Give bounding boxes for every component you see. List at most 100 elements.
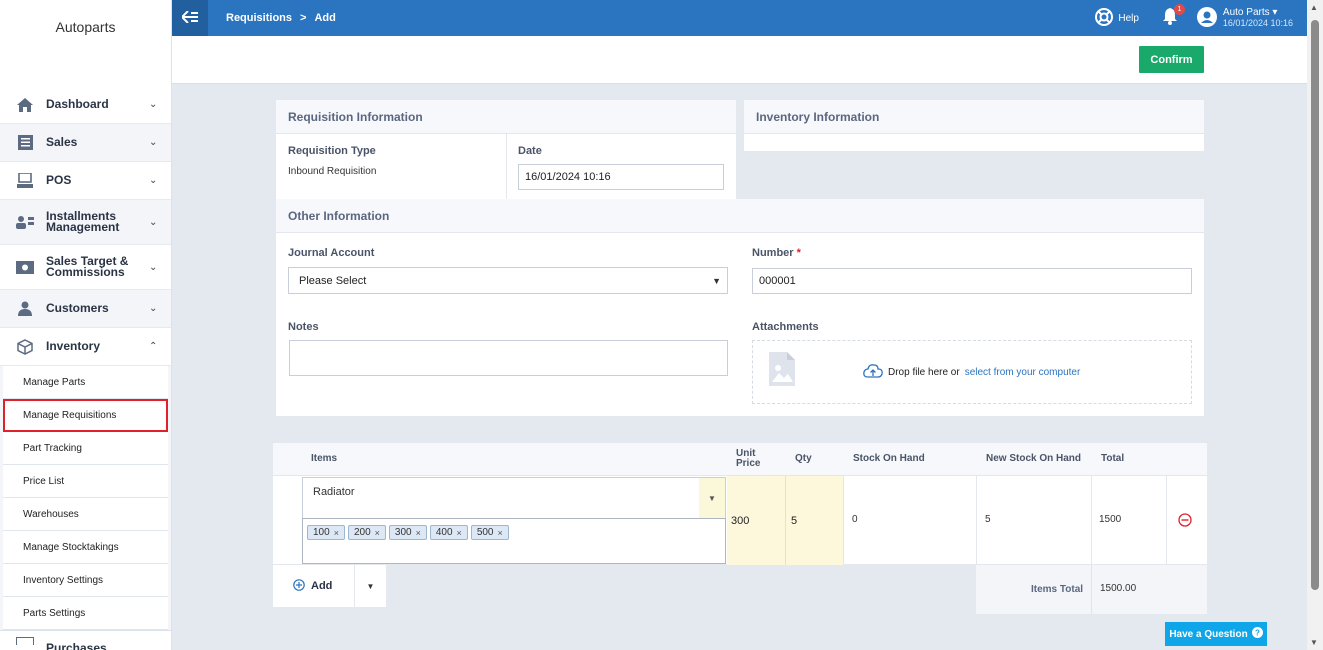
box-icon: [16, 338, 34, 355]
new-stock-value: 5: [985, 514, 991, 525]
money-icon: [16, 259, 34, 275]
sidebar-item-label: Dashboard: [46, 97, 109, 111]
chevron-up-icon: ⌃: [149, 341, 158, 352]
notes-textarea[interactable]: [289, 340, 728, 376]
breadcrumb-requisitions[interactable]: Requisitions: [226, 12, 292, 24]
user-menu[interactable]: Auto Parts ▾ 16/01/2024 10:16: [1196, 6, 1293, 30]
tag-label: 300: [394, 527, 412, 538]
cart-icon: [16, 636, 34, 645]
vertical-scrollbar[interactable]: ▲ ▼: [1307, 0, 1323, 650]
sidebar-item-sales-target[interactable]: Sales Target & Commissions ⌄: [0, 245, 171, 290]
tag-chip: 500 ×: [470, 525, 509, 540]
col-qty: Qty: [795, 453, 812, 464]
chevron-down-icon: ⌄: [149, 303, 158, 314]
sidebar-item-sales[interactable]: Sales ⌄: [0, 124, 171, 162]
stock-on-hand-value: 0: [852, 514, 858, 525]
unit-price-input[interactable]: 300: [727, 476, 785, 565]
col-total: Total: [1101, 453, 1125, 464]
item-select-arrow[interactable]: ▼: [699, 478, 725, 518]
sidebar-item-label: Sales Target & Commissions: [46, 254, 129, 279]
sidebar-item-purchases[interactable]: Purchases: [0, 630, 171, 650]
tag-remove-icon[interactable]: ×: [334, 528, 339, 538]
scroll-down-icon[interactable]: ▼: [1310, 638, 1318, 647]
pos-icon: [16, 173, 34, 189]
add-row-button[interactable]: Add: [273, 565, 355, 607]
breadcrumb: Requisitions > Add: [226, 12, 336, 24]
drop-text: Drop file here or: [888, 367, 960, 378]
have-a-question-button[interactable]: Have a Question ?: [1165, 622, 1267, 646]
question-circle-icon: ?: [1251, 627, 1263, 641]
sidebar-sub-inventory-settings[interactable]: Inventory Settings: [3, 564, 168, 597]
scroll-up-icon[interactable]: ▲: [1310, 3, 1318, 12]
sidebar-toggle-button[interactable]: [172, 0, 208, 36]
sidebar-sub-warehouses[interactable]: Warehouses: [3, 498, 168, 531]
sidebar-item-label: Sales: [46, 135, 78, 149]
chevron-down-icon: ⌄: [149, 216, 158, 228]
number-input[interactable]: 000001: [752, 268, 1192, 294]
confirm-button[interactable]: Confirm: [1139, 46, 1204, 73]
number-label: Number *: [752, 247, 801, 259]
add-dropdown-button[interactable]: ▼: [355, 565, 386, 607]
date-input[interactable]: 16/01/2024 10:16: [518, 164, 724, 190]
tag-remove-icon[interactable]: ×: [498, 528, 503, 538]
sidebar-item-label: Installments Management: [46, 209, 120, 234]
tag-remove-icon[interactable]: ×: [416, 528, 421, 538]
sidebar-sub-price-list[interactable]: Price List: [3, 465, 168, 498]
sidebar-item-installments[interactable]: Installments Management ⌄: [0, 200, 171, 245]
qty-value: 5: [791, 514, 798, 527]
sidebar-sub-manage-requisitions[interactable]: Manage Requisitions: [3, 399, 168, 432]
sidebar-item-dashboard[interactable]: Dashboard ⌄: [0, 86, 171, 124]
tag-chip: 400 ×: [429, 525, 468, 540]
journal-account-value: Please Select: [299, 274, 367, 287]
inventory-submenu: Manage Parts Manage Requisitions Part Tr…: [0, 366, 171, 630]
lifebuoy-icon: [1095, 7, 1114, 29]
user-name: Auto Parts: [1222, 7, 1270, 18]
sidebar-sub-manage-parts[interactable]: Manage Parts: [3, 366, 168, 399]
tags-input[interactable]: 100 × 200 × 300 × 400 × 500 ×: [302, 518, 726, 564]
sidebar-item-pos[interactable]: POS ⌄: [0, 162, 171, 200]
inventory-info-panel: Inventory Information: [744, 100, 1204, 151]
qty-input[interactable]: 5: [785, 476, 843, 565]
items-total-value: 1500.00: [1100, 583, 1137, 594]
tag-label: 400: [435, 527, 453, 538]
item-select[interactable]: Radiator ▼: [302, 477, 726, 519]
file-image-icon: [769, 352, 795, 389]
tag-remove-icon[interactable]: ×: [457, 528, 462, 538]
tag-chip: 300 ×: [388, 525, 427, 540]
attachments-label: Attachments: [752, 321, 819, 333]
scrollbar-thumb[interactable]: [1311, 20, 1319, 590]
unit-price-value: 300: [731, 514, 750, 527]
sidebar-sub-part-tracking[interactable]: Part Tracking: [3, 432, 168, 465]
breadcrumb-separator: >: [300, 12, 307, 24]
required-marker: *: [796, 247, 801, 259]
col-items: Items: [311, 453, 338, 464]
home-icon: [16, 97, 34, 113]
remove-row-icon[interactable]: [1178, 513, 1192, 530]
sidebar: Autoparts Dashboard ⌄ Sales ⌄ POS ⌄ Inst…: [0, 0, 172, 650]
panel-title: Other Information: [276, 199, 1204, 233]
chevron-down-icon: ⌄: [149, 261, 158, 273]
cloud-upload-icon: [863, 364, 883, 381]
requisition-type-label: Requisition Type: [288, 145, 376, 157]
sidebar-item-label: POS: [46, 173, 72, 187]
sidebar-sub-manage-stocktakings[interactable]: Manage Stocktakings: [3, 531, 168, 564]
sidebar-item-customers[interactable]: Customers ⌄: [0, 290, 171, 328]
notifications-button[interactable]: 1: [1161, 4, 1185, 27]
sidebar-item-inventory[interactable]: Inventory ⌃: [0, 328, 171, 366]
items-total-label: Items Total: [1031, 584, 1084, 595]
attachment-dropzone[interactable]: Drop file here or select from your compu…: [752, 340, 1192, 404]
have-a-question-label: Have a Question: [1169, 628, 1248, 640]
receipt-icon: [16, 135, 34, 151]
requisition-type-value: Inbound Requisition: [288, 166, 377, 177]
select-file-link[interactable]: select from your computer: [965, 367, 1081, 378]
caret-down-icon: ▾: [1272, 7, 1278, 18]
journal-account-select[interactable]: Please Select ▼: [288, 267, 728, 294]
tag-label: 100: [313, 527, 330, 538]
item-select-value: Radiator: [313, 486, 355, 498]
help-button[interactable]: Help: [1095, 7, 1139, 29]
panel-title: Requisition Information: [276, 100, 736, 134]
tag-remove-icon[interactable]: ×: [375, 528, 380, 538]
sidebar-sub-parts-settings[interactable]: Parts Settings: [3, 597, 168, 630]
add-label: Add: [311, 580, 333, 592]
col-stock-on-hand: Stock On Hand: [853, 453, 925, 464]
